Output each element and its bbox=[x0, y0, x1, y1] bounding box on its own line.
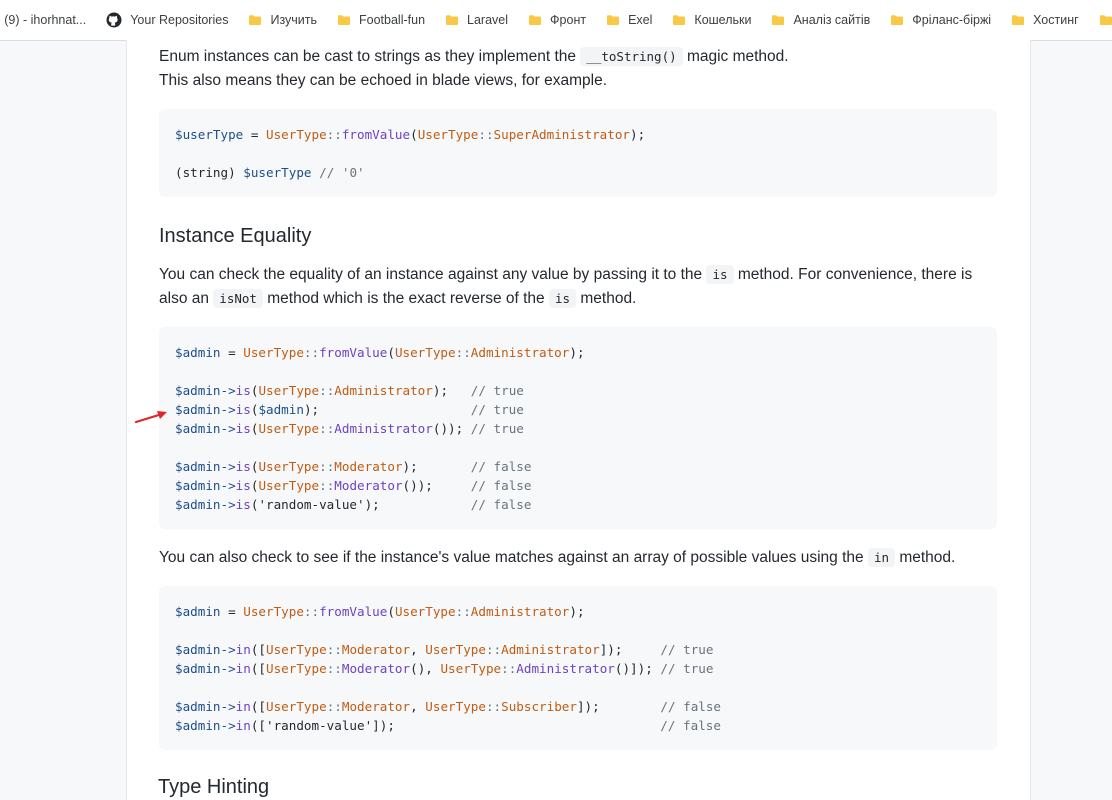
bookmark-label: Аналіз сайтів bbox=[793, 13, 871, 27]
folder-icon bbox=[445, 13, 459, 27]
equality-text-1: You can check the equality of an instanc… bbox=[159, 266, 703, 283]
bookmark-label: Your Repositories bbox=[130, 13, 229, 27]
inline-code-in: in bbox=[867, 548, 895, 567]
inline-code-tostring: __toString() bbox=[580, 47, 683, 66]
folder-icon bbox=[606, 13, 620, 27]
inline-code-is-2: is bbox=[548, 289, 577, 308]
folder-icon bbox=[248, 13, 262, 27]
bookmark-item[interactable]: Football-fun bbox=[327, 6, 435, 34]
bookmark-item[interactable]: Соц-ме bbox=[1089, 6, 1112, 34]
in-text-1: You can also check to see if the instanc… bbox=[159, 549, 864, 566]
heading-type-hinting: Type Hinting bbox=[158, 776, 270, 798]
bookmark-label: Exel bbox=[628, 13, 653, 27]
bookmark-item[interactable]: Кошельки bbox=[662, 6, 761, 34]
code-line: $admin->is($admin); // true bbox=[175, 402, 524, 417]
bookmark-label: i (9) - ihorhnat... bbox=[0, 13, 87, 27]
code-line: $admin->is(UserType::Moderator); // fals… bbox=[175, 459, 532, 474]
equality-text-2: method. For convenience, there is bbox=[737, 266, 973, 283]
code-line: $admin->in([UserType::Moderator, UserTyp… bbox=[175, 699, 722, 714]
section-instance-equality: Instance Equality bbox=[159, 225, 997, 248]
bookmark-label: Фріланс-біржі bbox=[912, 13, 992, 27]
equality-text-5: method. bbox=[580, 290, 637, 307]
code-line: $admin = UserType::fromValue(UserType::A… bbox=[175, 345, 585, 360]
bookmark-label: Фронт bbox=[550, 13, 587, 27]
code-block-is-method: $admin = UserType::fromValue(UserType::A… bbox=[159, 327, 997, 529]
bookmark-item[interactable]: Фронт bbox=[518, 6, 596, 34]
bookmark-item[interactable]: Фріланс-біржі bbox=[880, 6, 1001, 34]
bookmarks-bar: i (9) - ihorhnat... Your Repositories Изуч… bbox=[0, 0, 1112, 41]
bookmark-item[interactable]: Изучить bbox=[238, 6, 327, 34]
bookmark-item[interactable]: Laravel bbox=[435, 6, 518, 34]
folder-icon bbox=[337, 13, 351, 27]
code-line: $admin->in([UserType::Moderator, UserTyp… bbox=[175, 642, 714, 657]
code-block-string-cast: $userType = UserType::fromValue(UserType… bbox=[159, 109, 997, 197]
code-line: $admin->is(UserType::Administrator); // … bbox=[175, 383, 524, 398]
heading-instance-equality: Instance Equality bbox=[159, 225, 312, 247]
intro-text-1: Enum instances can be cast to strings as… bbox=[159, 48, 576, 65]
bookmark-item[interactable]: i (9) - ihorhnat... bbox=[0, 6, 96, 34]
inline-code-is: is bbox=[706, 265, 734, 284]
code-line: $admin->in([UserType::Moderator(), UserT… bbox=[175, 661, 714, 676]
bookmark-label: Football-fun bbox=[359, 13, 426, 27]
folder-icon bbox=[1011, 13, 1025, 27]
bookmark-label: Хостинг bbox=[1033, 13, 1079, 27]
bookmark-item[interactable]: Your Repositories bbox=[96, 6, 238, 34]
equality-text-4: method which is the exact reverse of the bbox=[267, 290, 545, 307]
code-line: $admin = UserType::fromValue(UserType::A… bbox=[175, 604, 585, 619]
folder-icon bbox=[890, 13, 904, 27]
folder-icon bbox=[771, 13, 785, 27]
code-line: $admin->in(['random-value']); // false bbox=[175, 718, 721, 733]
bookmark-item[interactable]: Exel bbox=[596, 6, 662, 34]
in-text-2: method. bbox=[899, 549, 956, 566]
docs-page: Enum instances can be cast to strings as… bbox=[126, 40, 1031, 800]
bookmark-label: Изучить bbox=[270, 13, 318, 27]
equality-text-3: also an bbox=[159, 290, 209, 307]
code-line: $admin->is(UserType::Administrator()); /… bbox=[175, 421, 524, 436]
code-line: $userType = UserType::fromValue(UserType… bbox=[175, 127, 646, 142]
bookmark-item[interactable]: Хостинг bbox=[1001, 6, 1089, 34]
bookmark-label: Кошельки bbox=[694, 13, 752, 27]
in-paragraph: You can also check to see if the instanc… bbox=[159, 546, 997, 570]
bookmark-item[interactable]: Аналіз сайтів bbox=[761, 6, 880, 34]
intro-paragraph: Enum instances can be cast to strings as… bbox=[159, 45, 997, 93]
folder-icon bbox=[1099, 13, 1112, 27]
code-block-in-method: $admin = UserType::fromValue(UserType::A… bbox=[159, 586, 997, 750]
intro-text-3: This also means they can be echoed in bl… bbox=[159, 72, 608, 89]
github-icon bbox=[106, 12, 122, 28]
code-line: $admin->is(UserType::Moderator()); // fa… bbox=[175, 478, 532, 493]
equality-paragraph: You can check the equality of an instanc… bbox=[159, 263, 997, 311]
intro-text-2: magic method. bbox=[686, 48, 789, 65]
bookmark-label: Laravel bbox=[467, 13, 509, 27]
folder-icon bbox=[528, 13, 542, 27]
code-line: (string) $userType // '0' bbox=[175, 165, 365, 180]
code-line: $admin->is('random-value'); // false bbox=[175, 497, 532, 512]
folder-icon bbox=[672, 13, 686, 27]
red-arrow-annotation bbox=[134, 411, 167, 424]
inline-code-isnot: isNot bbox=[213, 289, 263, 308]
